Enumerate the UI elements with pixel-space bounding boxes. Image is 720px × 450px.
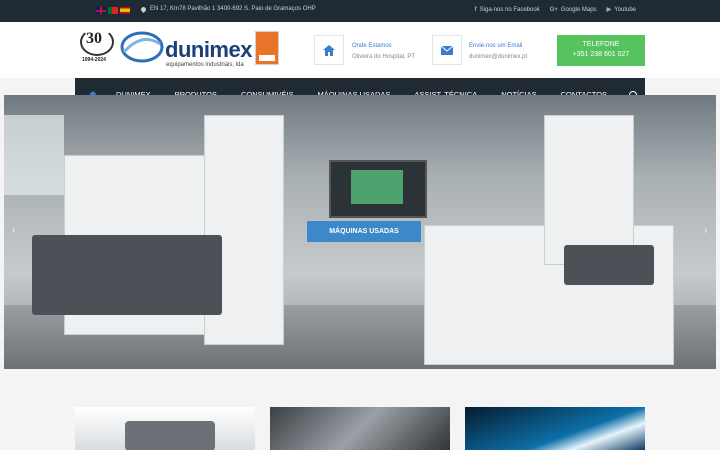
uk-flag-icon[interactable]	[96, 7, 106, 14]
youtube-label: Youtube	[614, 6, 636, 13]
dunimex-logo-icon[interactable]	[120, 30, 164, 64]
phone-button[interactable]: TELEFONE +351 238 601 027	[557, 35, 645, 66]
engine-head	[564, 245, 654, 285]
location-info: Onde Estamos Oliveira do Hospital, PT	[352, 41, 415, 63]
social-links: f Siga-nos no Facebook G+ Google Maps ▶ …	[475, 6, 636, 14]
anniversary-number: 30	[86, 30, 102, 47]
facebook-link[interactable]: f Siga-nos no Facebook	[475, 6, 540, 13]
engine-block	[32, 235, 222, 315]
slider-next-arrow[interactable]: ›	[704, 225, 707, 236]
email-label: Envie-nos um Email	[469, 43, 523, 49]
location-value: Oliveira do Hospital, PT	[352, 54, 416, 60]
logo-text[interactable]: dunimex	[165, 37, 252, 63]
product-card-gears[interactable]	[270, 407, 450, 450]
product-section	[0, 369, 720, 450]
email-box	[432, 35, 462, 65]
facebook-label: Siga-nos no Facebook	[479, 6, 540, 13]
google-maps-link[interactable]: G+ Google Maps	[550, 6, 597, 13]
product-card-water[interactable]	[465, 407, 645, 450]
facebook-icon: f	[474, 6, 477, 13]
slider-prev-arrow[interactable]: ‹	[12, 225, 15, 236]
hero-slider: MÁQUINAS USADAS ‹ ›	[4, 95, 716, 369]
top-address: EN 17, Km78 Pavilhão 1 3400-692 S. Paio …	[139, 5, 316, 13]
phone-number: +351 238 601 027	[572, 51, 630, 58]
email-value[interactable]: dunimex@dunimex.pt	[469, 52, 527, 63]
certification-badge	[255, 31, 279, 65]
location-box	[314, 35, 344, 65]
email-info: Envie-nos um Email dunimex@dunimex.pt	[469, 41, 527, 63]
background-window	[4, 115, 64, 195]
used-machines-button[interactable]: MÁQUINAS USADAS	[307, 221, 421, 242]
youtube-link[interactable]: ▶ Youtube	[606, 6, 636, 14]
phone-label: TELEFONE	[582, 41, 620, 48]
language-switcher	[96, 7, 130, 14]
address-text: EN 17, Km78 Pavilhão 1 3400-692 S. Paio …	[150, 6, 316, 12]
google-plus-icon: G+	[549, 6, 558, 13]
youtube-icon: ▶	[606, 7, 612, 13]
map-pin-icon	[139, 5, 148, 13]
logo-subtitle: equipamentos industriais, lda	[166, 62, 244, 68]
location-label: Onde Estamos	[352, 43, 392, 49]
product-card-engine[interactable]	[75, 407, 255, 450]
control-screen	[329, 160, 427, 218]
machine-tower	[544, 115, 634, 265]
anniversary-years: 1994-2024	[82, 57, 106, 63]
pt-flag-icon[interactable]	[108, 7, 118, 14]
google-maps-label: Google Maps	[560, 6, 597, 13]
envelope-icon	[441, 45, 453, 55]
es-flag-icon[interactable]	[120, 7, 130, 14]
anniversary-badge: 30 1994-2024	[80, 28, 114, 63]
home-icon	[323, 44, 335, 56]
top-bar: EN 17, Km78 Pavilhão 1 3400-692 S. Paio …	[0, 0, 720, 22]
